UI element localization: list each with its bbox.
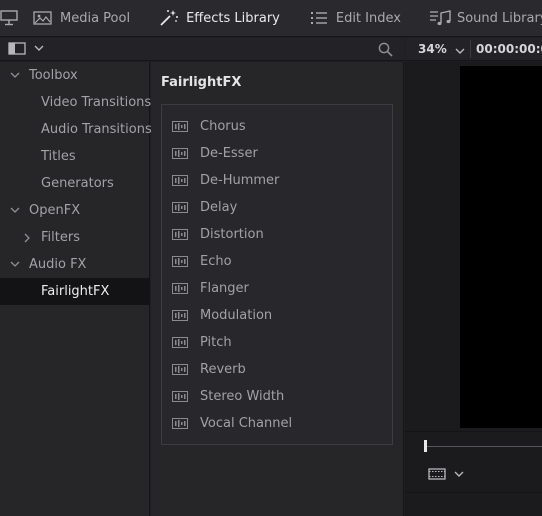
effect-item-chorus[interactable]: Chorus <box>162 113 392 140</box>
effect-label: De-Hummer <box>200 173 280 188</box>
header-divider <box>470 40 471 58</box>
effect-item-pitch[interactable]: Pitch <box>162 329 392 356</box>
effect-item-modulation[interactable]: Modulation <box>162 302 392 329</box>
search-icon <box>378 42 393 57</box>
scrubber-track[interactable] <box>425 446 542 447</box>
tree-item-audio-transitions[interactable]: Audio Transitions <box>0 116 152 143</box>
viewer-tools <box>405 462 542 490</box>
tree-item-openfx[interactable]: OpenFX <box>0 197 150 224</box>
effects-list: Chorus De-Esser De-Hummer Delay Distorti… <box>161 104 393 445</box>
media-pool-button[interactable]: Media Pool <box>18 0 144 36</box>
film-strip-icon <box>428 468 446 480</box>
audio-effect-icon <box>172 202 188 213</box>
audio-effect-icon <box>172 256 188 267</box>
viewer-footer <box>405 492 542 516</box>
effect-label: Stereo Width <box>200 389 285 404</box>
tree-item-label: Generators <box>41 176 114 191</box>
chevron-right-icon[interactable] <box>21 232 33 244</box>
list-icon <box>308 9 330 27</box>
tree-item-generators[interactable]: Generators <box>0 170 150 197</box>
audio-effect-icon <box>172 175 188 186</box>
tree-item-label: Audio FX <box>29 257 87 272</box>
audio-effect-icon <box>172 121 188 132</box>
chevron-down-icon[interactable] <box>9 205 21 217</box>
chevron-down-icon <box>455 48 465 54</box>
audio-effect-icon <box>172 391 188 402</box>
effects-content-panel: FairlightFX Chorus De-Esser De-Hummer De… <box>151 62 404 516</box>
search-button[interactable] <box>378 42 393 61</box>
effect-item-de-hummer[interactable]: De-Hummer <box>162 167 392 194</box>
chevron-down-icon <box>454 471 464 477</box>
clip-view-dropdown[interactable] <box>428 468 464 480</box>
sound-library-label: Sound Library <box>456 10 542 26</box>
audio-effect-icon <box>172 229 188 240</box>
section-title: FairlightFX <box>161 75 242 90</box>
playhead[interactable] <box>424 440 427 452</box>
tree-item-fairlightfx[interactable]: FairlightFX <box>0 278 150 305</box>
timecode-display: 00:00:00:00 <box>476 42 542 56</box>
zoom-level[interactable]: 34% <box>418 42 447 56</box>
effects-library-label: Effects Library <box>186 10 280 26</box>
effect-item-de-esser[interactable]: De-Esser <box>162 140 392 167</box>
chevron-down-icon <box>34 45 44 51</box>
effect-item-reverb[interactable]: Reverb <box>162 356 392 383</box>
media-pool-label: Media Pool <box>60 10 131 26</box>
music-notes-icon <box>429 9 451 27</box>
panel-layout-button[interactable] <box>0 0 18 36</box>
library-subheader <box>0 38 404 61</box>
sidebar-toggle-button[interactable] <box>8 42 44 55</box>
sound-library-button[interactable]: Sound Library <box>415 0 542 36</box>
chevron-down-icon[interactable] <box>9 70 21 82</box>
source-viewer <box>405 62 542 516</box>
effects-wand-icon <box>158 9 180 27</box>
effects-library-button[interactable]: Effects Library <box>144 0 294 36</box>
tree-item-label: Titles <box>41 149 76 164</box>
audio-effect-icon <box>172 283 188 294</box>
top-toolbar: Media Pool Effects Library Edit Index So… <box>0 0 542 37</box>
tree-item-toolbox[interactable]: Toolbox <box>0 62 150 89</box>
effect-label: Reverb <box>200 362 246 377</box>
video-frame <box>460 66 542 428</box>
effect-label: Pitch <box>200 335 232 350</box>
effect-item-echo[interactable]: Echo <box>162 248 392 275</box>
audio-effect-icon <box>172 310 188 321</box>
sidebar-panel-icon <box>8 42 26 55</box>
audio-effect-icon <box>172 418 188 429</box>
effect-item-vocal-channel[interactable]: Vocal Channel <box>162 410 392 437</box>
effect-label: Delay <box>200 200 238 215</box>
tree-item-label: Audio Transitions <box>41 122 152 137</box>
media-pool-icon <box>32 9 54 27</box>
effect-item-stereo-width[interactable]: Stereo Width <box>162 383 392 410</box>
viewer-canvas <box>405 62 542 432</box>
tree-item-label: Toolbox <box>29 68 78 83</box>
effect-label: Distortion <box>200 227 264 242</box>
effect-item-delay[interactable]: Delay <box>162 194 392 221</box>
tree-item-filters[interactable]: Filters <box>0 224 150 251</box>
zoom-dropdown[interactable] <box>455 44 465 58</box>
effect-label: Flanger <box>200 281 249 296</box>
effect-label: Echo <box>200 254 232 269</box>
monitor-icon <box>0 10 18 26</box>
tree-item-label: OpenFX <box>29 203 81 218</box>
chevron-down-icon[interactable] <box>9 259 21 271</box>
edit-index-button[interactable]: Edit Index <box>294 0 415 36</box>
effect-label: De-Esser <box>200 146 258 161</box>
audio-effect-icon <box>172 364 188 375</box>
effect-label: Vocal Channel <box>200 416 293 431</box>
tree-item-video-transitions[interactable]: Video Transitions <box>0 89 152 116</box>
tree-item-label: FairlightFX <box>41 284 110 299</box>
tree-item-label: Video Transitions <box>41 95 152 110</box>
effect-label: Chorus <box>200 119 246 134</box>
tree-item-label: Filters <box>41 230 80 245</box>
effect-label: Modulation <box>200 308 273 323</box>
effect-item-distortion[interactable]: Distortion <box>162 221 392 248</box>
edit-index-label: Edit Index <box>335 10 401 26</box>
viewer-subheader: 34% 00:00:00:00 <box>405 38 542 61</box>
effect-item-flanger[interactable]: Flanger <box>162 275 392 302</box>
effects-tree-sidebar: Toolbox Video Transitions Audio Transiti… <box>0 62 152 516</box>
tree-item-titles[interactable]: Titles <box>0 143 150 170</box>
tree-item-audio-fx[interactable]: Audio FX <box>0 251 150 278</box>
audio-effect-icon <box>172 148 188 159</box>
audio-effect-icon <box>172 337 188 348</box>
